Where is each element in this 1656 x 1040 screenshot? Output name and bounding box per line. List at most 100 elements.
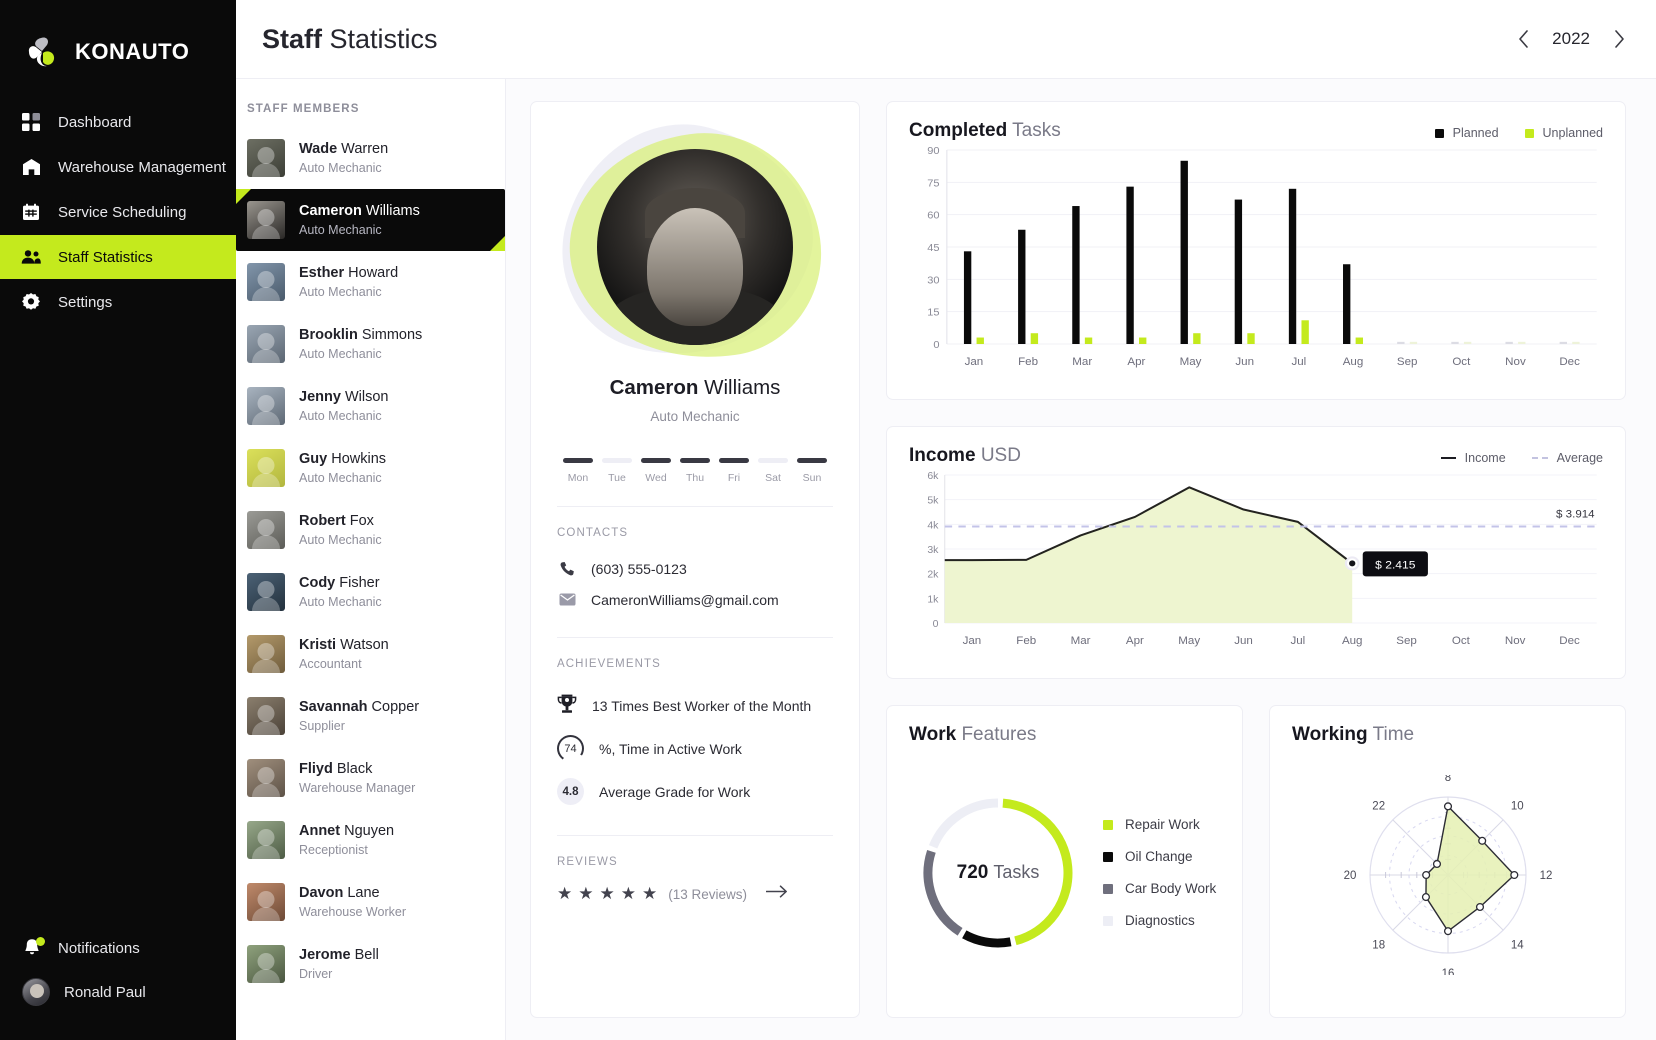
grid-icon xyxy=(20,113,42,131)
page-title-bold: Staff xyxy=(262,23,322,54)
contact-phone-row[interactable]: (603) 555-0123 xyxy=(557,553,833,584)
staff-name: Esther Howard xyxy=(299,265,399,281)
svg-text:May: May xyxy=(1178,635,1200,647)
weekday-label: Fri xyxy=(727,472,741,484)
weekday-cell: Mon xyxy=(559,458,597,484)
staff-row[interactable]: Wade Warren Auto Mechanic xyxy=(236,127,505,189)
legend-label: Car Body Work xyxy=(1125,881,1217,896)
staff-row[interactable]: Savannah Copper Supplier xyxy=(236,685,505,747)
trophy-icon xyxy=(557,694,577,718)
legend-item-unplanned[interactable]: Unplanned xyxy=(1524,126,1603,140)
staff-list-heading: STAFF MEMBERS xyxy=(247,103,360,115)
staff-rows-container: Wade Warren Auto Mechanic Cameron Williams… xyxy=(236,127,505,995)
chevron-left-icon[interactable] xyxy=(1516,28,1530,50)
staff-avatar xyxy=(247,945,285,983)
donut-legend-item[interactable]: Diagnostics xyxy=(1103,913,1216,928)
staff-row[interactable]: Davon Lane Warehouse Worker xyxy=(236,871,505,933)
sidebar-user-name: Ronald Paul xyxy=(64,983,146,1001)
legend-item-average[interactable]: Average xyxy=(1531,451,1603,465)
card-title: Income USD xyxy=(909,445,1021,467)
legend-item-income[interactable]: Income xyxy=(1440,451,1506,465)
donut-center-value: 720 xyxy=(956,861,989,883)
avatar xyxy=(22,978,50,1006)
phone-icon xyxy=(557,561,577,577)
weekday-label: Thu xyxy=(685,472,705,484)
staff-name: Kristi Watson xyxy=(299,637,389,653)
staff-row[interactable]: Jenny Wilson Auto Mechanic xyxy=(236,375,505,437)
card-title-bold: Work xyxy=(909,724,957,745)
weekday-cell: Fri xyxy=(715,458,753,484)
charts-column: Completed Tasks Planned Unplanned 0 15 3… xyxy=(886,101,1626,1018)
card-title-rest: Time xyxy=(1372,724,1415,745)
donut-legend-item[interactable]: Repair Work xyxy=(1103,817,1216,832)
legend-swatch xyxy=(1103,883,1113,894)
staff-row[interactable]: Annet Nguyen Receptionist xyxy=(236,809,505,871)
divider xyxy=(557,835,833,836)
svg-text:16: 16 xyxy=(1441,968,1454,975)
card-title-rest: Tasks xyxy=(1012,120,1061,141)
chart-legend: Planned Unplanned xyxy=(1434,120,1603,140)
donut-legend-item[interactable]: Car Body Work xyxy=(1103,881,1216,896)
staff-role: Auto Mechanic xyxy=(299,285,382,299)
sidebar-item-staff-statistics[interactable]: Staff Statistics xyxy=(0,235,236,279)
sidebar-item-dashboard[interactable]: Dashboard xyxy=(0,100,236,144)
legend-swatch xyxy=(1103,819,1113,830)
svg-text:Oct: Oct xyxy=(1452,356,1471,368)
contact-email-row[interactable]: CameronWilliams@gmail.com xyxy=(557,584,833,615)
staff-members-list: STAFF MEMBERS Wade Warren Auto Mechanic Ca… xyxy=(236,79,506,1040)
chevron-right-icon[interactable] xyxy=(1612,28,1626,50)
weekday-bar xyxy=(797,458,827,463)
staff-text: Guy Howkins Auto Mechanic xyxy=(299,451,386,485)
svg-text:Aug: Aug xyxy=(1343,356,1364,368)
achievement-label: Average Grade for Work xyxy=(599,783,751,800)
weekly-schedule: Mon Tue Wed Thu Fri Sat Sun xyxy=(557,458,833,484)
svg-text:Jul: Jul xyxy=(1291,356,1306,368)
progress-ring-value: 74 xyxy=(564,742,577,755)
grade-pill: 4.8 xyxy=(557,778,584,805)
staff-row[interactable]: Robert Fox Auto Mechanic xyxy=(236,499,505,561)
staff-row[interactable]: Guy Howkins Auto Mechanic xyxy=(236,437,505,499)
svg-text:6k: 6k xyxy=(927,471,939,482)
svg-text:2k: 2k xyxy=(927,570,939,581)
staff-row[interactable]: Cody Fisher Auto Mechanic xyxy=(236,561,505,623)
weekday-bar xyxy=(602,458,632,463)
staff-name: Fliyd Black xyxy=(299,761,373,777)
income-card: Income USD Income Average 0 1k 2k 3k 4k … xyxy=(886,426,1626,679)
page-title: Staff Statistics xyxy=(262,24,438,55)
staff-row[interactable]: Brooklin Simmons Auto Mechanic xyxy=(236,313,505,375)
staff-row[interactable]: Esther Howard Auto Mechanic xyxy=(236,251,505,313)
staff-role: Warehouse Worker xyxy=(299,905,406,919)
arrow-right-icon[interactable] xyxy=(765,885,788,903)
sidebar-item-notifications[interactable]: Notifications xyxy=(0,926,236,970)
donut-area: 720 Tasks Repair Work Oil Change Car Body … xyxy=(909,746,1220,999)
staff-row[interactable]: Cameron Williams Auto Mechanic xyxy=(236,189,505,251)
sidebar-item-user-profile[interactable]: Ronald Paul xyxy=(0,970,236,1014)
donut-legend-item[interactable]: Oil Change xyxy=(1103,849,1216,864)
staff-avatar xyxy=(247,449,285,487)
staff-row[interactable]: Kristi Watson Accountant xyxy=(236,623,505,685)
clover-logo-icon xyxy=(26,35,62,69)
divider xyxy=(557,637,833,638)
staff-text: Annet Nguyen Receptionist xyxy=(299,823,394,857)
sidebar-item-settings[interactable]: Settings xyxy=(0,280,236,324)
card-title-rest: Features xyxy=(961,724,1037,745)
staff-row[interactable]: Jerome Bell Driver xyxy=(236,933,505,995)
staff-name: Davon Lane xyxy=(299,885,380,901)
svg-text:Sep: Sep xyxy=(1397,356,1418,368)
staff-row[interactable]: Fliyd Black Warehouse Manager xyxy=(236,747,505,809)
donut-center-label: 720 Tasks xyxy=(915,790,1081,956)
staff-avatar xyxy=(247,325,285,363)
sidebar-item-service-scheduling[interactable]: Service Scheduling xyxy=(0,190,236,234)
svg-text:15: 15 xyxy=(927,307,939,319)
legend-item-planned[interactable]: Planned xyxy=(1434,126,1499,140)
legend-line xyxy=(1440,457,1456,459)
weekday-cell: Tue xyxy=(598,458,636,484)
svg-text:Jun: Jun xyxy=(1235,356,1254,368)
staff-role: Driver xyxy=(299,967,333,981)
profile-name: Cameron Williams xyxy=(557,376,833,400)
sidebar-item-label: Service Scheduling xyxy=(58,203,187,221)
weekday-cell: Sun xyxy=(793,458,831,484)
sidebar-item-warehouse-management[interactable]: Warehouse Management xyxy=(0,145,236,189)
weekday-cell: Wed xyxy=(637,458,675,484)
svg-text:$ 3.914: $ 3.914 xyxy=(1556,509,1595,521)
